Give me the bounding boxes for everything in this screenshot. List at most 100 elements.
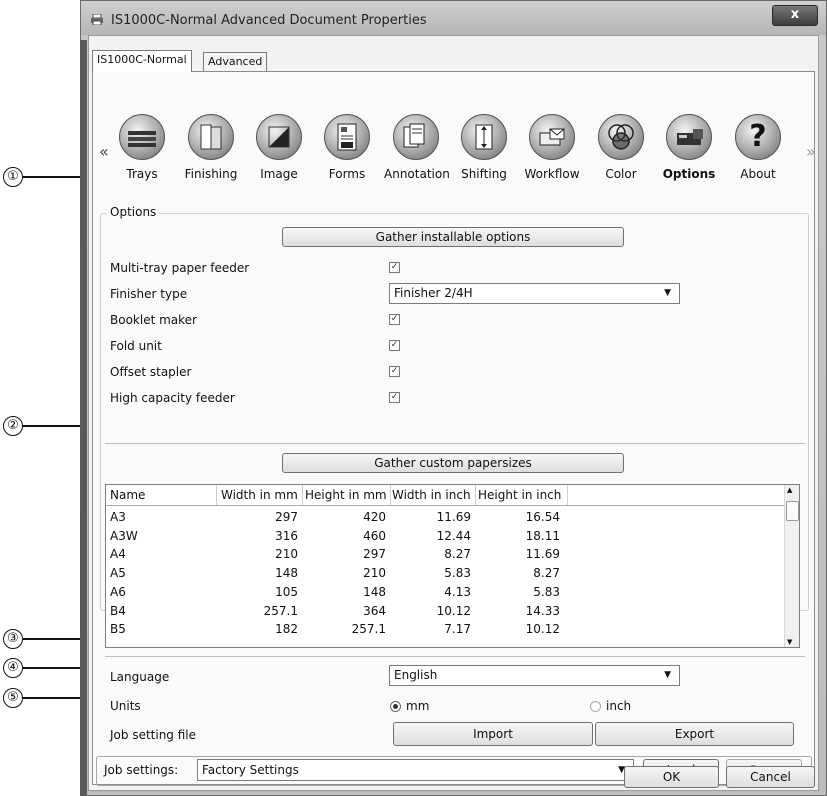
language-value: English [394, 668, 438, 682]
cell-name: B5 [110, 622, 126, 637]
scroll-left-icon[interactable]: « [99, 142, 109, 161]
tab-is1000c-normal[interactable]: IS1000C-Normal [92, 50, 192, 72]
column-header-width-mm[interactable]: Width in mm [221, 488, 298, 502]
cell-value: 364 [363, 603, 386, 618]
color-icon [598, 114, 644, 160]
nav-about[interactable]: ? About [726, 114, 790, 181]
fold-unit-checkbox[interactable]: ✓ [389, 340, 400, 351]
gather-installable-options-button[interactable]: Gather installable options [282, 227, 624, 247]
nav-label: Shifting [461, 167, 507, 181]
nav-annotation[interactable]: Annotation [384, 114, 450, 181]
table-row[interactable]: B5 182 257.1 7.17 10.12 [106, 621, 786, 639]
window-title: IS1000C-Normal Advanced Document Propert… [111, 13, 427, 28]
nav-label: Workflow [524, 167, 580, 181]
cancel-button[interactable]: Cancel [726, 766, 815, 788]
nav-forms[interactable]: Forms [315, 114, 379, 181]
chevron-down-icon: ▼ [664, 670, 671, 680]
offset-stapler-checkbox[interactable]: ✓ [389, 366, 400, 377]
callout-2: ② [3, 416, 23, 436]
nav-finishing[interactable]: Finishing [179, 114, 243, 181]
finisher-type-value: Finisher 2/4H [394, 286, 473, 300]
language-select[interactable]: English ▼ [389, 665, 680, 686]
cell-value: 105 [275, 584, 298, 599]
job-settings-value: Factory Settings [202, 763, 299, 777]
dialog-client: IS1000C-Normal Advanced « » Trays Finish… [88, 35, 819, 791]
ok-button[interactable]: OK [624, 766, 719, 788]
cell-value: 297 [363, 547, 386, 562]
column-header-height-inch[interactable]: Height in inch [478, 488, 561, 502]
title-bar[interactable]: IS1000C-Normal Advanced Document Propert… [81, 1, 826, 35]
column-separator [302, 485, 303, 505]
finisher-type-select[interactable]: Finisher 2/4H ▼ [389, 283, 680, 304]
column-separator [475, 485, 476, 505]
table-row[interactable]: B4 257.1 364 10.12 14.33 [106, 603, 786, 621]
nav-image[interactable]: Image [247, 114, 311, 181]
scroll-down-icon[interactable]: ▼ [787, 638, 792, 646]
table-row[interactable]: A3 297 420 11.69 16.54 [106, 509, 786, 527]
close-button[interactable]: x [772, 5, 818, 26]
export-button[interactable]: Export [595, 722, 794, 746]
option-label-multi-tray: Multi-tray paper feeder [110, 261, 250, 275]
column-separator [567, 485, 568, 505]
option-label-high-capacity-feeder: High capacity feeder [110, 391, 235, 405]
tab-advanced[interactable]: Advanced [203, 52, 268, 71]
options-group-title: Options [107, 205, 160, 219]
scroll-right-icon[interactable]: » [806, 142, 816, 161]
unit-inch-radio[interactable] [590, 701, 601, 712]
gather-custom-papersizes-button[interactable]: Gather custom papersizes [282, 453, 624, 473]
column-header-name[interactable]: Name [110, 488, 145, 502]
cell-value: 10.12 [525, 622, 560, 637]
job-settings-select[interactable]: Factory Settings ▼ [197, 759, 634, 781]
cell-value: 11.69 [436, 510, 471, 524]
booklet-maker-checkbox[interactable]: ✓ [389, 314, 400, 325]
cell-value: 8.27 [444, 547, 471, 562]
cell-name: A3W [110, 528, 138, 543]
callout-5: ⑤ [3, 688, 23, 708]
nav-trays[interactable]: Trays [110, 114, 174, 181]
workflow-icon [529, 114, 575, 160]
cell-name: B4 [110, 603, 126, 618]
high-capacity-feeder-checkbox[interactable]: ✓ [389, 392, 400, 403]
cell-value: 257.1 [351, 622, 386, 637]
cell-value: 8.27 [533, 566, 560, 581]
annotation-icon [393, 114, 439, 160]
finishing-icon [188, 114, 234, 160]
table-row[interactable]: A6 105 148 4.13 5.83 [106, 584, 786, 602]
callout-3: ③ [3, 629, 23, 649]
cell-name: A6 [110, 584, 126, 599]
cell-value: 257.1 [263, 603, 298, 618]
language-label: Language [110, 670, 170, 684]
nav-shifting[interactable]: Shifting [452, 114, 516, 181]
scrollbar-thumb[interactable] [786, 501, 799, 521]
job-setting-file-label: Job setting file [110, 728, 197, 742]
cell-value: 14.33 [525, 603, 560, 618]
shifting-icon [461, 114, 507, 160]
nav-options[interactable]: Options [657, 114, 721, 181]
nav-workflow[interactable]: Workflow [520, 114, 584, 181]
printer-icon [91, 14, 103, 25]
cell-name: A4 [110, 547, 126, 562]
papersize-table[interactable]: Name Width in mm Height in mm Width in i… [105, 484, 800, 648]
cell-value: 210 [363, 566, 386, 581]
multi-tray-checkbox[interactable]: ✓ [389, 262, 400, 273]
header-divider [106, 505, 786, 506]
cell-value: 210 [275, 547, 298, 562]
option-label-fold-unit: Fold unit [110, 339, 162, 353]
cell-value: 182 [275, 622, 298, 637]
nav-color[interactable]: Color [589, 114, 653, 181]
trays-icon [119, 114, 165, 160]
column-header-width-inch[interactable]: Width in inch [392, 488, 471, 502]
callout-1: ① [3, 167, 23, 187]
table-row[interactable]: A4 210 297 8.27 11.69 [106, 546, 786, 564]
table-row[interactable]: A5 148 210 5.83 8.27 [106, 565, 786, 583]
cell-value: 420 [363, 510, 386, 524]
nav-label: Image [260, 167, 298, 181]
import-button[interactable]: Import [393, 722, 593, 746]
table-row[interactable]: A3W 316 460 12.44 18.11 [106, 528, 786, 546]
table-scrollbar[interactable]: ▲ ▼ [784, 485, 799, 647]
cell-value: 18.11 [525, 528, 560, 543]
column-header-height-mm[interactable]: Height in mm [305, 488, 387, 502]
nav-label: Annotation [384, 167, 450, 181]
unit-mm-radio[interactable] [390, 701, 401, 712]
scroll-up-icon[interactable]: ▲ [787, 486, 792, 494]
